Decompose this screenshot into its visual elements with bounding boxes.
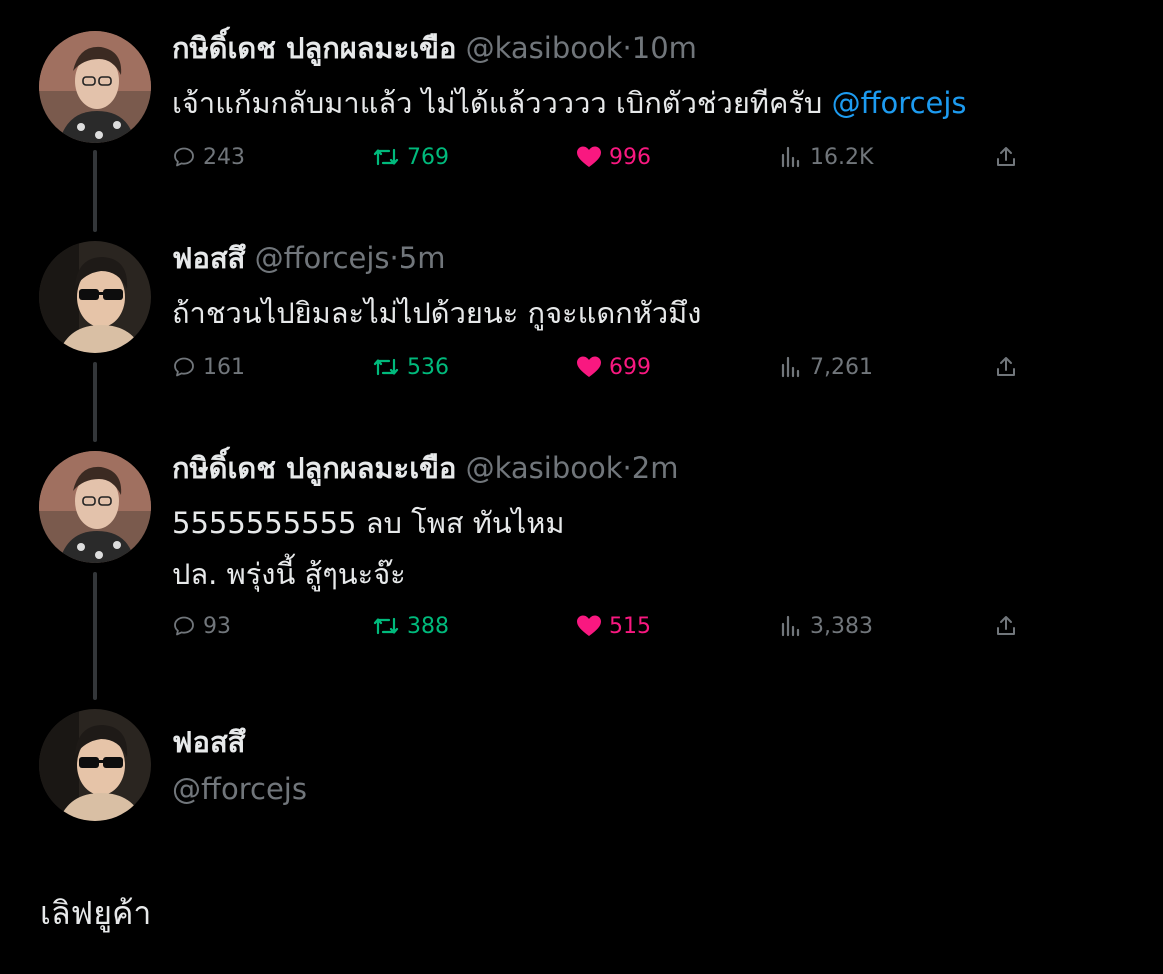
handle[interactable]: @fforcejs — [255, 241, 390, 275]
handle[interactable]: @kasibook — [466, 451, 623, 485]
reply-count: 161 — [203, 354, 245, 380]
timestamp[interactable]: 2m — [632, 451, 679, 485]
reply-icon — [174, 357, 194, 377]
mention-link[interactable]: @fforcejs — [832, 86, 967, 120]
tweet-header: กษิดิ์เดช ปลูกผลมะเขือ @kasibook·10m — [172, 30, 697, 66]
share-icon — [997, 147, 1015, 166]
separator: · — [622, 31, 632, 65]
views-count: 3,383 — [810, 613, 873, 639]
tweet-header: กษิดิ์เดช ปลูกผลมะเขือ @kasibook·2m — [172, 450, 678, 486]
separator: · — [389, 241, 399, 275]
handle[interactable]: @kasibook — [466, 31, 623, 65]
views-count: 7,261 — [810, 354, 873, 380]
retweet-count: 769 — [407, 144, 449, 170]
retweet-button[interactable]: 388 — [372, 611, 449, 641]
retweet-button[interactable]: 769 — [372, 142, 449, 172]
like-count: 996 — [609, 144, 651, 170]
share-button[interactable] — [994, 142, 1025, 172]
reply-icon — [174, 616, 194, 636]
tweet-text: ถ้าชวนไปยิมละไม่ไปด้วยนะ กูจะแดกหัวมึง — [172, 288, 701, 339]
tweet-text: 5555555555 ลบ โพส ทันไหม ปล. พรุ่งนี้ สู… — [172, 498, 565, 600]
reply-icon — [174, 147, 194, 167]
avatar-fforcejs[interactable] — [39, 709, 151, 821]
views-count: 16.2K — [810, 144, 874, 170]
like-count: 515 — [609, 613, 651, 639]
tweet-text-line: 5555555555 ลบ โพส ทันไหม — [172, 506, 565, 540]
tweet-text-line: ปล. พรุ่งนี้ สู้ๆนะจ๊ะ — [172, 557, 406, 591]
avatar-kasibook[interactable] — [39, 451, 151, 563]
reply-count: 243 — [203, 144, 245, 170]
tweet-actions: 161 536 699 7,261 — [172, 352, 1032, 382]
timestamp[interactable]: 10m — [632, 31, 697, 65]
display-name[interactable]: กษิดิ์เดช ปลูกผลมะเขือ — [172, 451, 456, 485]
like-count: 699 — [609, 354, 651, 380]
share-icon — [997, 357, 1015, 376]
views-button[interactable]: 7,261 — [779, 352, 873, 382]
views-icon — [781, 615, 800, 637]
like-button[interactable]: 996 — [576, 142, 651, 172]
tweet-text-line: เจ้าแก้มกลับมาแล้ว ไม่ได้แล้ววววว เบิกตั… — [172, 86, 823, 120]
like-button[interactable]: 515 — [576, 611, 651, 641]
retweet-icon — [373, 617, 399, 635]
separator: · — [622, 451, 632, 485]
profile-display-name[interactable]: ฟอสสึ — [172, 724, 245, 760]
retweet-icon — [373, 358, 399, 376]
retweet-button[interactable]: 536 — [372, 352, 449, 382]
heart-icon — [577, 615, 601, 636]
share-button[interactable] — [994, 352, 1025, 382]
reply-text: เลิฟยูค้า — [40, 894, 152, 932]
timestamp[interactable]: 5m — [399, 241, 446, 275]
profile-handle[interactable]: @fforcejs — [172, 771, 307, 807]
views-icon — [781, 356, 800, 378]
views-button[interactable]: 16.2K — [779, 142, 873, 172]
thread-line — [93, 572, 97, 700]
tweet-text-line: ถ้าชวนไปยิมละไม่ไปด้วยนะ กูจะแดกหัวมึง — [172, 296, 702, 330]
share-button[interactable] — [994, 611, 1025, 641]
reply-button[interactable]: 161 — [172, 352, 245, 382]
heart-icon — [577, 146, 601, 167]
avatar-fforcejs[interactable] — [39, 241, 151, 353]
reply-count: 93 — [203, 613, 231, 639]
tweet-actions: 93 388 515 3,383 — [172, 611, 1032, 641]
reply-button[interactable]: 93 — [172, 611, 231, 641]
thread-line — [93, 150, 97, 232]
display-name[interactable]: ฟอสสึ — [172, 241, 245, 275]
share-icon — [997, 616, 1015, 635]
retweet-icon — [373, 148, 399, 166]
thread-line — [93, 362, 97, 442]
views-button[interactable]: 3,383 — [779, 611, 873, 641]
like-button[interactable]: 699 — [576, 352, 651, 382]
heart-icon — [577, 356, 601, 377]
tweet-actions: 243 769 996 16.2K — [172, 142, 1032, 172]
display-name[interactable]: กษิดิ์เดช ปลูกผลมะเขือ — [172, 31, 456, 65]
tweet-text: เจ้าแก้มกลับมาแล้ว ไม่ได้แล้ววววว เบิกตั… — [172, 78, 967, 129]
retweet-count: 388 — [407, 613, 449, 639]
tweet-header: ฟอสสึ @fforcejs·5m — [172, 240, 445, 276]
avatar-kasibook[interactable] — [39, 31, 151, 143]
views-icon — [781, 146, 800, 168]
retweet-count: 536 — [407, 354, 449, 380]
reply-button[interactable]: 243 — [172, 142, 245, 172]
